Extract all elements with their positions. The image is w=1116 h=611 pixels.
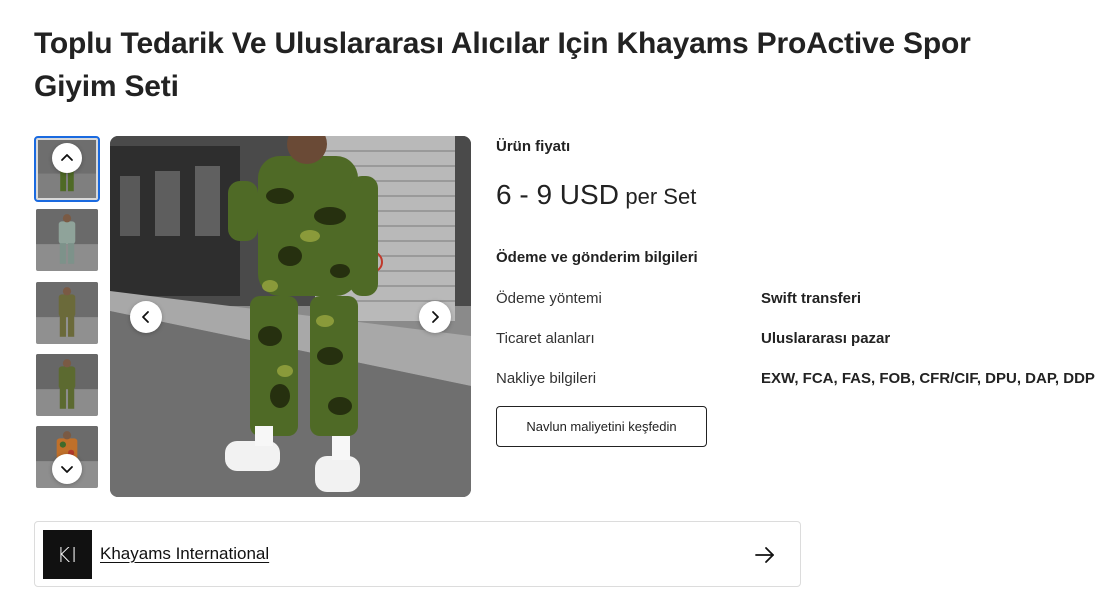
supplier-card[interactable]: KI Khayams International [34,521,801,587]
payment-method-row: Ödeme yöntemi Swift transferi [496,279,1106,319]
product-photo [110,136,471,497]
row-key: Ticaret alanları [496,330,595,347]
payment-shipping-title: Ödeme ve gönderim bilgileri [496,249,698,266]
supplier-logo: KI [43,530,92,579]
thumbnail-3[interactable] [36,282,98,344]
payment-shipping-list: Ödeme yöntemi Swift transferi Ticaret al… [496,279,1106,399]
row-value: EXW, FCA, FAS, FOB, CFR/CIF, DPU, DAP, D… [761,370,1095,387]
explore-freight-cost-button[interactable]: Navlun maliyetini keşfedin [496,406,707,447]
row-key: Nakliye bilgileri [496,370,597,387]
image-prev-button[interactable] [130,301,162,333]
chevron-down-icon [61,466,73,473]
thumbnails-down-button[interactable] [52,454,82,484]
trade-markets-row: Ticaret alanları Uluslararası pazar [496,319,1106,359]
main-product-image[interactable] [110,136,471,497]
product-title: Toplu Tedarik Ve Uluslararası Alıcılar I… [34,27,971,103]
price-range: 6 - 9 USD [496,179,619,210]
arrow-right-icon[interactable] [754,544,776,566]
thumbnails-up-button[interactable] [52,143,82,173]
price-label: Ürün fiyatı [496,138,571,155]
row-key: Ödeme yöntemi [496,290,602,307]
product-info-panel: Ürün fiyatı 6 - 9 USD per Set Ödeme ve g… [496,136,1106,447]
shipping-info-row: Nakliye bilgileri EXW, FCA, FAS, FOB, CF… [496,359,1106,399]
thumbnail-2[interactable] [36,209,98,271]
row-value: Uluslararası pazar [761,330,891,347]
price-unit: per Set [625,184,697,209]
image-next-button[interactable] [419,301,451,333]
chevron-left-icon [142,311,149,323]
chevron-up-icon [61,154,73,161]
supplier-name-link[interactable]: Khayams International [100,544,269,564]
thumbnail-4[interactable] [36,354,98,416]
thumbnail-strip [34,136,100,496]
row-value: Swift transferi [761,290,862,307]
price: 6 - 9 USD per Set [496,179,1106,219]
chevron-right-icon [432,311,439,323]
